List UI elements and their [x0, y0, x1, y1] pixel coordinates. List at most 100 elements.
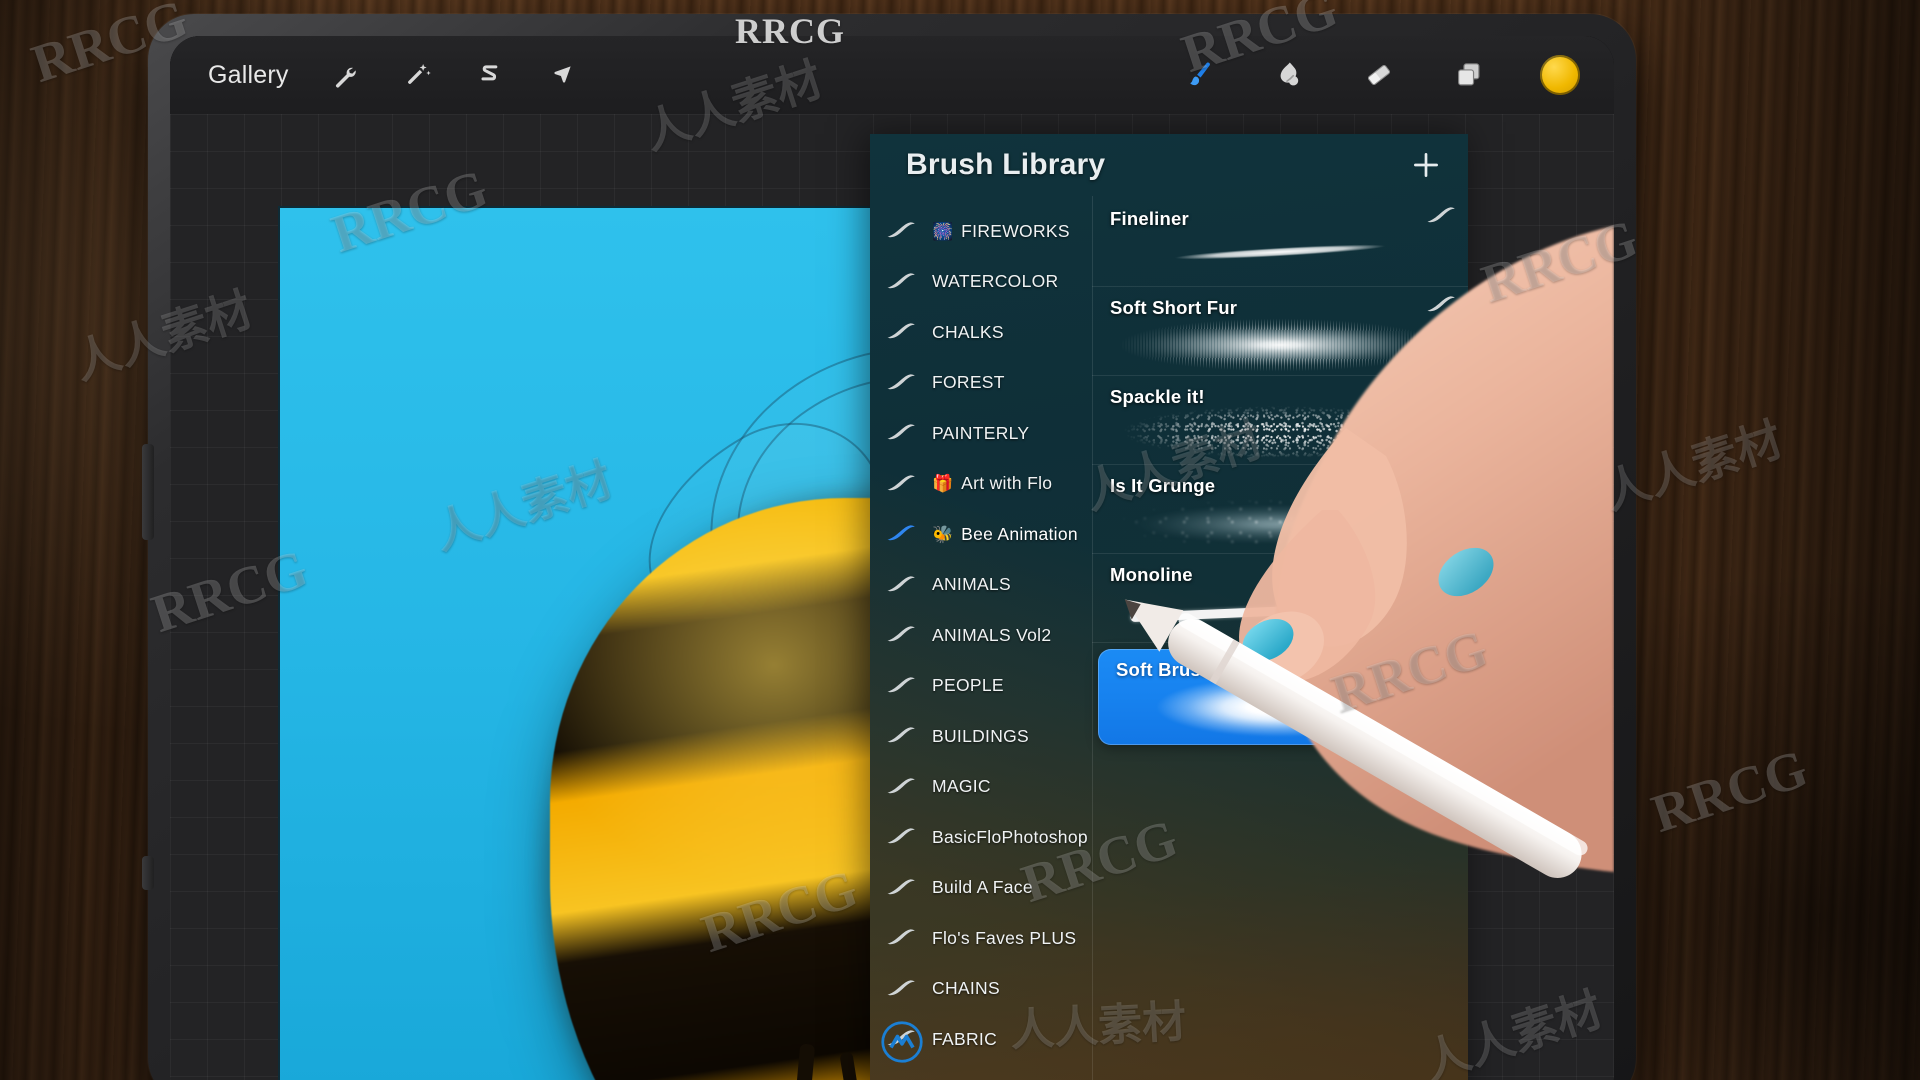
brush-set-swoosh-icon	[884, 828, 918, 846]
brush-list[interactable]: Fineliner Soft Short Fur Spackle it! Is It …	[1092, 196, 1468, 1080]
brush-set-swoosh-icon	[884, 323, 918, 341]
brush-set-swoosh-icon	[884, 273, 918, 291]
brush-set-row[interactable]: 🐝 Bee Animation	[870, 509, 1092, 560]
brush-set-swoosh-icon	[884, 424, 918, 442]
brush-set-label: FOREST	[932, 372, 1005, 393]
brush-set-emoji-icon: 🐝	[932, 524, 954, 544]
brush-row[interactable]: Spackle it!	[1092, 376, 1468, 465]
brush-name-label: Fineliner	[1110, 208, 1189, 229]
layers-icon[interactable]	[1446, 52, 1492, 98]
brush-set-row[interactable]: CHAINS	[870, 964, 1092, 1015]
brush-set-swoosh-icon	[884, 929, 918, 947]
brush-set-swoosh-icon	[884, 677, 918, 695]
brush-library-panel[interactable]: Brush Library 🎆 FIREWORKS WATERCOLOR CHALKS…	[870, 134, 1468, 1080]
brush-set-row[interactable]: PEOPLE	[870, 661, 1092, 712]
panel-title: Brush Library	[906, 148, 1106, 181]
brush-set-swoosh-icon	[884, 778, 918, 796]
stroke-monoline	[1130, 602, 1364, 622]
brush-set-label: Art with Flo	[961, 473, 1053, 494]
tablet-bezel: Gallery Brush Library 🎆 FIREWORKS WATERC…	[170, 36, 1614, 1080]
eraser-icon[interactable]	[1356, 52, 1402, 98]
brush-row[interactable]: Monoline	[1092, 554, 1468, 643]
paintbrush-icon[interactable]	[1176, 52, 1222, 98]
brush-row[interactable]: Fineliner	[1092, 198, 1468, 287]
brush-swoosh-icon	[1418, 658, 1448, 676]
brush-swoosh-icon	[1426, 474, 1456, 492]
brush-set-swoosh-icon	[884, 626, 918, 644]
brush-set-swoosh-icon	[884, 525, 918, 543]
smudge-icon[interactable]	[1266, 52, 1312, 98]
brush-set-swoosh-icon	[884, 222, 918, 240]
brush-name-label: Soft Short Fur	[1110, 297, 1238, 318]
add-brush-button[interactable]	[1406, 145, 1446, 185]
magic-wand-icon[interactable]	[395, 52, 441, 98]
brush-name-label: Soft Brush	[1116, 659, 1213, 680]
brush-swoosh-icon	[1426, 296, 1456, 314]
brush-set-label: WATERCOLOR	[932, 271, 1059, 292]
brush-set-swoosh-icon	[884, 980, 918, 998]
brush-set-row[interactable]: WATERCOLOR	[870, 257, 1092, 308]
brush-set-swoosh-icon	[884, 879, 918, 897]
brush-name-label: Spackle it!	[1110, 386, 1205, 407]
brush-library-body: 🎆 FIREWORKS WATERCOLOR CHALKS FOREST PAINTERL…	[870, 196, 1468, 1080]
brush-set-row[interactable]: CHALKS	[870, 307, 1092, 358]
brush-set-label: FABRIC	[932, 1028, 998, 1049]
brush-set-list[interactable]: 🎆 FIREWORKS WATERCOLOR CHALKS FOREST PAINTERL…	[870, 196, 1092, 1080]
gallery-button[interactable]: Gallery	[208, 61, 289, 90]
volume-button[interactable]	[142, 444, 154, 540]
brush-set-label: Flo's Faves PLUS	[932, 927, 1077, 948]
brush-set-label: Bee Animation	[961, 523, 1078, 544]
brush-set-swoosh-icon	[884, 374, 918, 392]
brush-set-label: BUILDINGS	[932, 725, 1030, 746]
stroke-soft	[1119, 673, 1439, 741]
brush-set-swoosh-icon	[884, 727, 918, 745]
brush-set-row[interactable]: 🎁 Art with Flo	[870, 459, 1092, 510]
stroke-grunge	[1107, 494, 1453, 552]
brush-set-row[interactable]: BasicFloPhotoshop	[870, 812, 1092, 863]
adjustments-wrench-icon[interactable]	[323, 52, 369, 98]
brush-set-swoosh-icon	[884, 475, 918, 493]
toolbar-right-group	[1132, 52, 1580, 98]
stroke-spackle	[1107, 401, 1453, 463]
brush-set-swoosh-icon	[884, 576, 918, 594]
brush-set-label: FIREWORKS	[961, 220, 1070, 241]
brush-set-row[interactable]: ANIMALS Vol2	[870, 610, 1092, 661]
tablet-screen: Gallery Brush Library 🎆 FIREWORKS WATERC…	[170, 36, 1614, 1080]
brush-row[interactable]: Is It Grunge	[1092, 465, 1468, 554]
brush-library-header: Brush Library	[870, 134, 1468, 196]
brush-row[interactable]: Soft Brush	[1098, 649, 1460, 745]
transform-arrow-icon[interactable]	[539, 52, 585, 98]
stroke-fineliner	[1133, 236, 1428, 268]
brush-set-label: Build A Face	[932, 877, 1033, 898]
brush-name-label: Monoline	[1110, 564, 1193, 585]
brush-set-swoosh-icon	[884, 1030, 918, 1048]
brush-set-label: MAGIC	[932, 776, 991, 797]
tablet-device: Gallery Brush Library 🎆 FIREWORKS WATERC…	[142, 14, 1636, 1080]
brush-set-row[interactable]: 🎆 FIREWORKS	[870, 206, 1092, 257]
selection-s-icon[interactable]	[467, 52, 513, 98]
brush-set-row[interactable]: FOREST	[870, 358, 1092, 409]
top-toolbar: Gallery	[170, 36, 1614, 114]
brush-swoosh-icon	[1426, 207, 1456, 225]
brush-row[interactable]: Soft Short Fur	[1092, 287, 1468, 376]
brush-swoosh-icon	[1426, 385, 1456, 403]
brush-set-row[interactable]: FABRIC	[870, 1014, 1092, 1065]
brush-set-label: ANIMALS	[932, 574, 1011, 595]
power-button[interactable]	[142, 856, 154, 890]
brush-set-emoji-icon: 🎁	[932, 474, 954, 494]
brush-set-label: BasicFloPhotoshop	[932, 826, 1088, 847]
brush-set-row[interactable]: PAINTERLY	[870, 408, 1092, 459]
brush-swoosh-icon	[1426, 563, 1456, 581]
color-swatch[interactable]	[1540, 55, 1580, 95]
brush-set-emoji-icon: 🎆	[932, 221, 954, 241]
brush-set-label: PAINTERLY	[932, 422, 1030, 443]
brush-set-row[interactable]: BUILDINGS	[870, 711, 1092, 762]
brush-set-row[interactable]: MAGIC	[870, 762, 1092, 813]
brush-set-row[interactable]: Flo's Faves PLUS	[870, 913, 1092, 964]
brush-set-row[interactable]: Build A Face	[870, 863, 1092, 914]
brush-set-row[interactable]: ANIMALS	[870, 560, 1092, 611]
brush-set-label: CHAINS	[932, 978, 1000, 999]
brush-set-label: ANIMALS Vol2	[932, 624, 1052, 645]
brush-set-label: PEOPLE	[932, 675, 1004, 696]
brush-set-label: CHALKS	[932, 321, 1004, 342]
